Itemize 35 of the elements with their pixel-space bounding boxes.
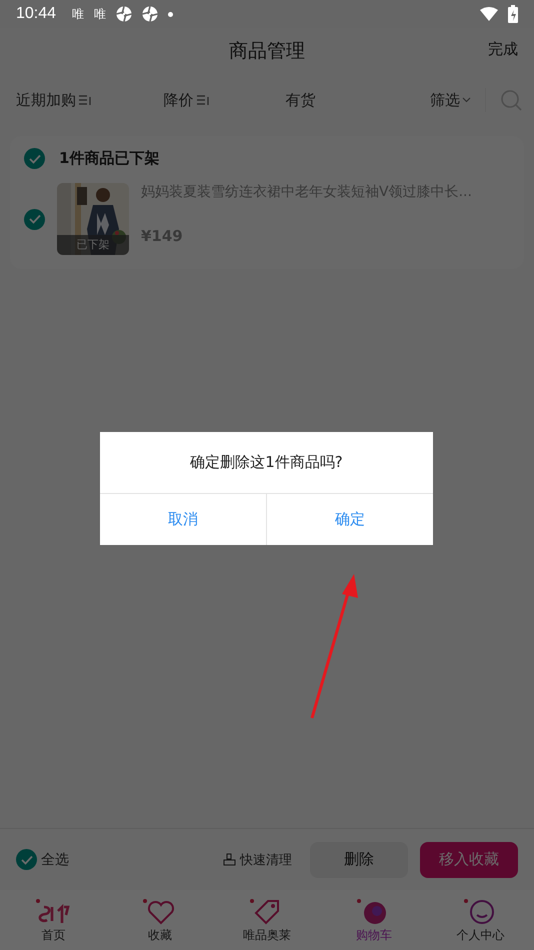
nav-tab[interactable]: 首页	[0, 890, 107, 950]
status-time: 10:44	[16, 5, 56, 23]
caret-icon	[462, 97, 471, 103]
filter-tab[interactable]: 有货	[285, 90, 316, 110]
check-icon	[28, 214, 40, 224]
delete-button[interactable]: 删除	[310, 842, 408, 878]
nav-tab[interactable]: 唯品奥莱	[214, 890, 320, 950]
aperture-icon	[116, 6, 132, 22]
group-title: 1件商品已下架	[59, 149, 160, 168]
filter-tab[interactable]: 筛选	[430, 90, 471, 110]
move-to-favorites-button[interactable]: 移入收藏	[420, 842, 518, 878]
battery-icon	[508, 5, 518, 23]
wifi-icon	[480, 7, 498, 21]
done-button[interactable]: 完成	[488, 40, 518, 59]
check-icon	[20, 854, 32, 864]
select-all-label: 全选	[41, 850, 69, 868]
dot-icon	[168, 12, 174, 16]
check-icon	[28, 154, 40, 164]
nav-tab[interactable]: 个人中心	[427, 890, 534, 950]
nav-tab[interactable]: 收藏	[106, 890, 214, 950]
sort-icon	[196, 94, 210, 106]
notification-icon: 唯	[94, 6, 106, 22]
page-title: 商品管理	[229, 39, 305, 64]
group-checkbox[interactable]	[24, 148, 45, 169]
sort-icon	[78, 94, 92, 106]
nav-tab[interactable]: 购物车	[320, 890, 428, 950]
search-icon[interactable]	[500, 89, 522, 111]
quick-clean-button[interactable]: 快速清理	[217, 850, 298, 870]
aperture-icon	[142, 6, 158, 22]
item-checkbox[interactable]	[24, 208, 45, 230]
filter-tab[interactable]: 降价	[164, 90, 210, 110]
delisted-label: 已下架	[57, 235, 129, 255]
notification-icon: 唯	[72, 6, 84, 22]
filter-tab[interactable]: 近期加购	[16, 90, 92, 110]
select-all-checkbox[interactable]	[16, 849, 37, 870]
